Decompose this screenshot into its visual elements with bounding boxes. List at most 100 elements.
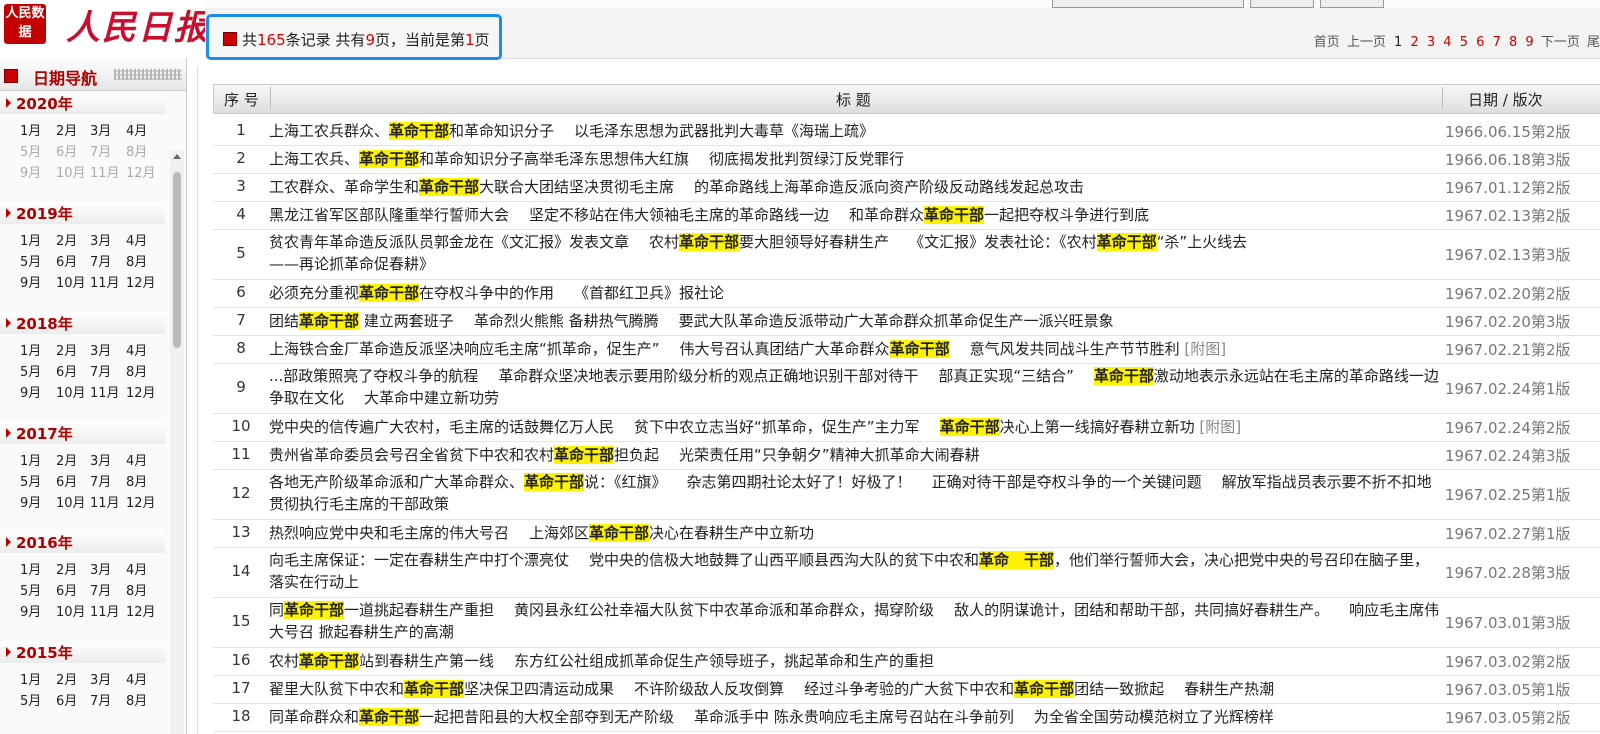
year-label[interactable]: 2020年 (16, 93, 73, 114)
pager-page-9[interactable]: 9 (1525, 35, 1533, 50)
attachment-link[interactable]: [附图] (1199, 418, 1241, 436)
month-link[interactable]: 1月 (20, 559, 41, 578)
article-title-link[interactable]: 工农群众、革命学生和革命干部大联合大团结坚决贯彻毛主席 的革命路线上海革命造反派向… (269, 176, 1441, 198)
article-title-segment[interactable]: 革命烈火熊熊 备耕热气腾腾 (474, 312, 659, 330)
article-title-segment[interactable]: 坚定不移站在伟大领袖毛主席的革命路线一边 (529, 206, 829, 224)
attachment-link[interactable]: [附图] (1184, 340, 1226, 358)
article-title-segment[interactable]: 《文汇报》发表社论：《农村革命干部“杀”上火线去 (909, 233, 1247, 251)
top-advanced-button[interactable] (1320, 0, 1384, 8)
article-title-segment[interactable]: 贵州省革命委员会号召全省贫下中农和农村革命干部担负起 (269, 446, 659, 464)
article-title-segment[interactable]: 和革命群众革命干部一起把夺权斗争进行到底 (849, 206, 1149, 224)
article-title-segment[interactable]: 彻底揭发批判贺绿汀反党罪行 (709, 150, 904, 168)
month-link[interactable]: 1月 (20, 120, 41, 139)
month-link[interactable]: 1月 (20, 230, 41, 249)
top-search-input[interactable] (1052, 0, 1244, 8)
year-header[interactable]: 2016年 (0, 531, 165, 553)
month-link[interactable]: 10月 (56, 272, 86, 291)
article-title-segment[interactable]: 《首都红卫兵》报社论 (574, 284, 724, 302)
article-title-segment[interactable]: 贫农青年革命造反派队员郭金龙在《文汇报》发表文章 (269, 233, 629, 251)
article-title-segment[interactable]: 为全省全国劳动模范树立了光辉榜样 (1034, 708, 1274, 726)
year-header[interactable]: 2017年 (0, 422, 165, 444)
pager-page-2[interactable]: 2 (1410, 35, 1418, 50)
scroll-thumb[interactable] (173, 172, 181, 348)
article-title-link[interactable]: 上海工农兵、革命干部和革命知识分子高举毛泽东思想伟大红旗 彻底揭发批判贺绿汀反党罪… (269, 148, 1441, 170)
year-label[interactable]: 2015年 (16, 642, 73, 663)
month-link[interactable]: 8月 (126, 361, 147, 380)
article-title-segment[interactable]: 意气风发共同战斗生产节节胜利 [附图] (970, 340, 1227, 358)
pager-page-3[interactable]: 3 (1427, 35, 1435, 50)
month-link[interactable]: 3月 (90, 120, 111, 139)
article-title-segment[interactable]: 部真正实现“三结合” (938, 367, 1074, 385)
article-title-link[interactable]: 翟里大队贫下中农和革命干部坚决保卫四清运动成果 不许阶级敌人反攻倒算 经过斗争考验的… (269, 678, 1441, 700)
month-link[interactable]: 1月 (20, 340, 41, 359)
article-title-segment[interactable]: 翟里大队贫下中农和革命干部坚决保卫四清运动成果 (269, 680, 614, 698)
article-title-link[interactable]: 同革命群众和革命干部一起把昔阳县的大权全部夺到无产阶级 革命派手中 陈永贵响应毛主… (269, 706, 1441, 728)
article-title-segment[interactable]: 光荣责任用“只争朝夕”精神大抓革命大闹春耕 (679, 446, 980, 464)
month-link[interactable]: 5月 (20, 361, 41, 380)
article-title-segment[interactable]: 革命派手中 陈永贵响应毛主席号召站在斗争前列 (694, 708, 1014, 726)
article-title-link[interactable]: 向毛主席保证：一定在春耕生产中打个漂亮仗 党中央的信极大地鼓舞了山西平顺县西沟大队… (269, 549, 1441, 593)
article-title-link[interactable]: 黑龙江省军区部队隆重举行誓师大会 坚定不移站在伟大领袖毛主席的革命路线一边 和革命群… (269, 204, 1441, 226)
article-title-segment[interactable]: 农村革命干部要大胆领导好春耕生产 (649, 233, 889, 251)
pager-page-4[interactable]: 4 (1443, 35, 1451, 50)
article-title-segment[interactable]: 黄冈县永红公社幸福大队贫下中农革命派和革命群众，揭穿阶级 (514, 601, 934, 619)
month-link[interactable]: 2月 (56, 230, 77, 249)
month-link[interactable]: 12月 (126, 382, 156, 401)
year-header[interactable]: 2018年 (0, 312, 165, 334)
pager-last[interactable]: 尾 (1587, 35, 1600, 50)
article-title-link[interactable]: 农村革命干部站到春耕生产第一线 东方红公社组成抓革命促生产领导班子，挑起革命和生产… (269, 650, 1441, 672)
month-link[interactable]: 11月 (90, 272, 120, 291)
month-link[interactable]: 11月 (90, 382, 120, 401)
month-link[interactable]: 6月 (56, 690, 77, 709)
article-title-segment[interactable]: 团结革命干部 建立两套班子 (269, 312, 454, 330)
article-title-segment[interactable]: 东方红公社组成抓革命促生产领导班子，挑起革命和生产的重担 (514, 652, 934, 670)
article-title-link[interactable]: 党中央的信传遍广大农村，毛主席的话鼓舞亿万人民 贫下中农立志当好“抓革命，促生产”… (269, 416, 1441, 438)
month-link[interactable]: 3月 (90, 230, 111, 249)
year-label[interactable]: 2017年 (16, 423, 73, 444)
month-link[interactable]: 5月 (20, 471, 41, 490)
month-link[interactable]: 5月 (20, 580, 41, 599)
article-title-segment[interactable]: 上海郊区革命干部决心在春耕生产中立新功 (529, 524, 814, 542)
month-link[interactable]: 3月 (90, 340, 111, 359)
article-title-segment[interactable]: 同革命群众和革命干部一起把昔阳县的大权全部夺到无产阶级 (269, 708, 674, 726)
pager-page-8[interactable]: 8 (1509, 35, 1517, 50)
article-title-segment[interactable]: 要武大队革命造反派带动广大革命群众抓革命促生产一派兴旺景象 (679, 312, 1114, 330)
article-title-link[interactable]: 贫农青年革命造反派队员郭金龙在《文汇报》发表文章 农村革命干部要大胆领导好春耕生产… (269, 231, 1441, 275)
month-link[interactable]: 5月 (20, 251, 41, 270)
pager-next[interactable]: 下一页 (1541, 35, 1580, 50)
month-link[interactable]: 2月 (56, 450, 77, 469)
month-link[interactable]: 11月 (90, 492, 120, 511)
article-title-segment[interactable]: 热烈响应党中央和毛主席的伟大号召 (269, 524, 509, 542)
month-link[interactable]: 7月 (90, 251, 111, 270)
month-link[interactable]: 1月 (20, 669, 41, 688)
article-title-segment[interactable]: 经过斗争考验的广大贫下中农和革命干部团结一致掀起 (804, 680, 1164, 698)
article-title-segment[interactable]: 的革命路线上海革命造反派向资产阶级反动路线发起总攻击 (694, 178, 1084, 196)
sidebar-scrollbar[interactable] (170, 150, 184, 734)
month-link[interactable]: 8月 (126, 580, 147, 599)
month-link[interactable]: 4月 (126, 340, 147, 359)
month-link[interactable]: 4月 (126, 230, 147, 249)
article-title-segment[interactable]: 革命干部决心上第一线搞好春耕立新功 [附图] (939, 418, 1241, 436)
month-link[interactable]: 7月 (90, 690, 111, 709)
year-label[interactable]: 2016年 (16, 532, 73, 553)
month-link[interactable]: 6月 (56, 361, 77, 380)
month-link[interactable]: 9月 (20, 272, 41, 291)
article-title-segment[interactable]: 上海工农兵群众、革命干部和革命知识分子 (269, 122, 554, 140)
pager-page-7[interactable]: 7 (1493, 35, 1501, 50)
pager-page-5[interactable]: 5 (1460, 35, 1468, 50)
month-link[interactable]: 11月 (90, 601, 120, 620)
month-link[interactable]: 10月 (56, 492, 86, 511)
article-title-segment[interactable]: 不许阶级敌人反攻倒算 (634, 680, 784, 698)
month-link[interactable]: 9月 (20, 601, 41, 620)
month-link[interactable]: 4月 (126, 450, 147, 469)
month-link[interactable]: 4月 (126, 669, 147, 688)
top-search-button[interactable] (1250, 0, 1314, 8)
pager-prev[interactable]: 上一页 (1347, 35, 1386, 50)
month-link[interactable]: 2月 (56, 120, 77, 139)
month-link[interactable]: 10月 (56, 601, 86, 620)
article-title-segment[interactable]: 贫下中农立志当好“抓革命，促生产”主力军 (634, 418, 920, 436)
month-link[interactable]: 3月 (90, 559, 111, 578)
month-link[interactable]: 12月 (126, 272, 156, 291)
month-link[interactable]: 7月 (90, 580, 111, 599)
article-title-segment[interactable]: 党中央的信传遍广大农村，毛主席的话鼓舞亿万人民 (269, 418, 614, 436)
